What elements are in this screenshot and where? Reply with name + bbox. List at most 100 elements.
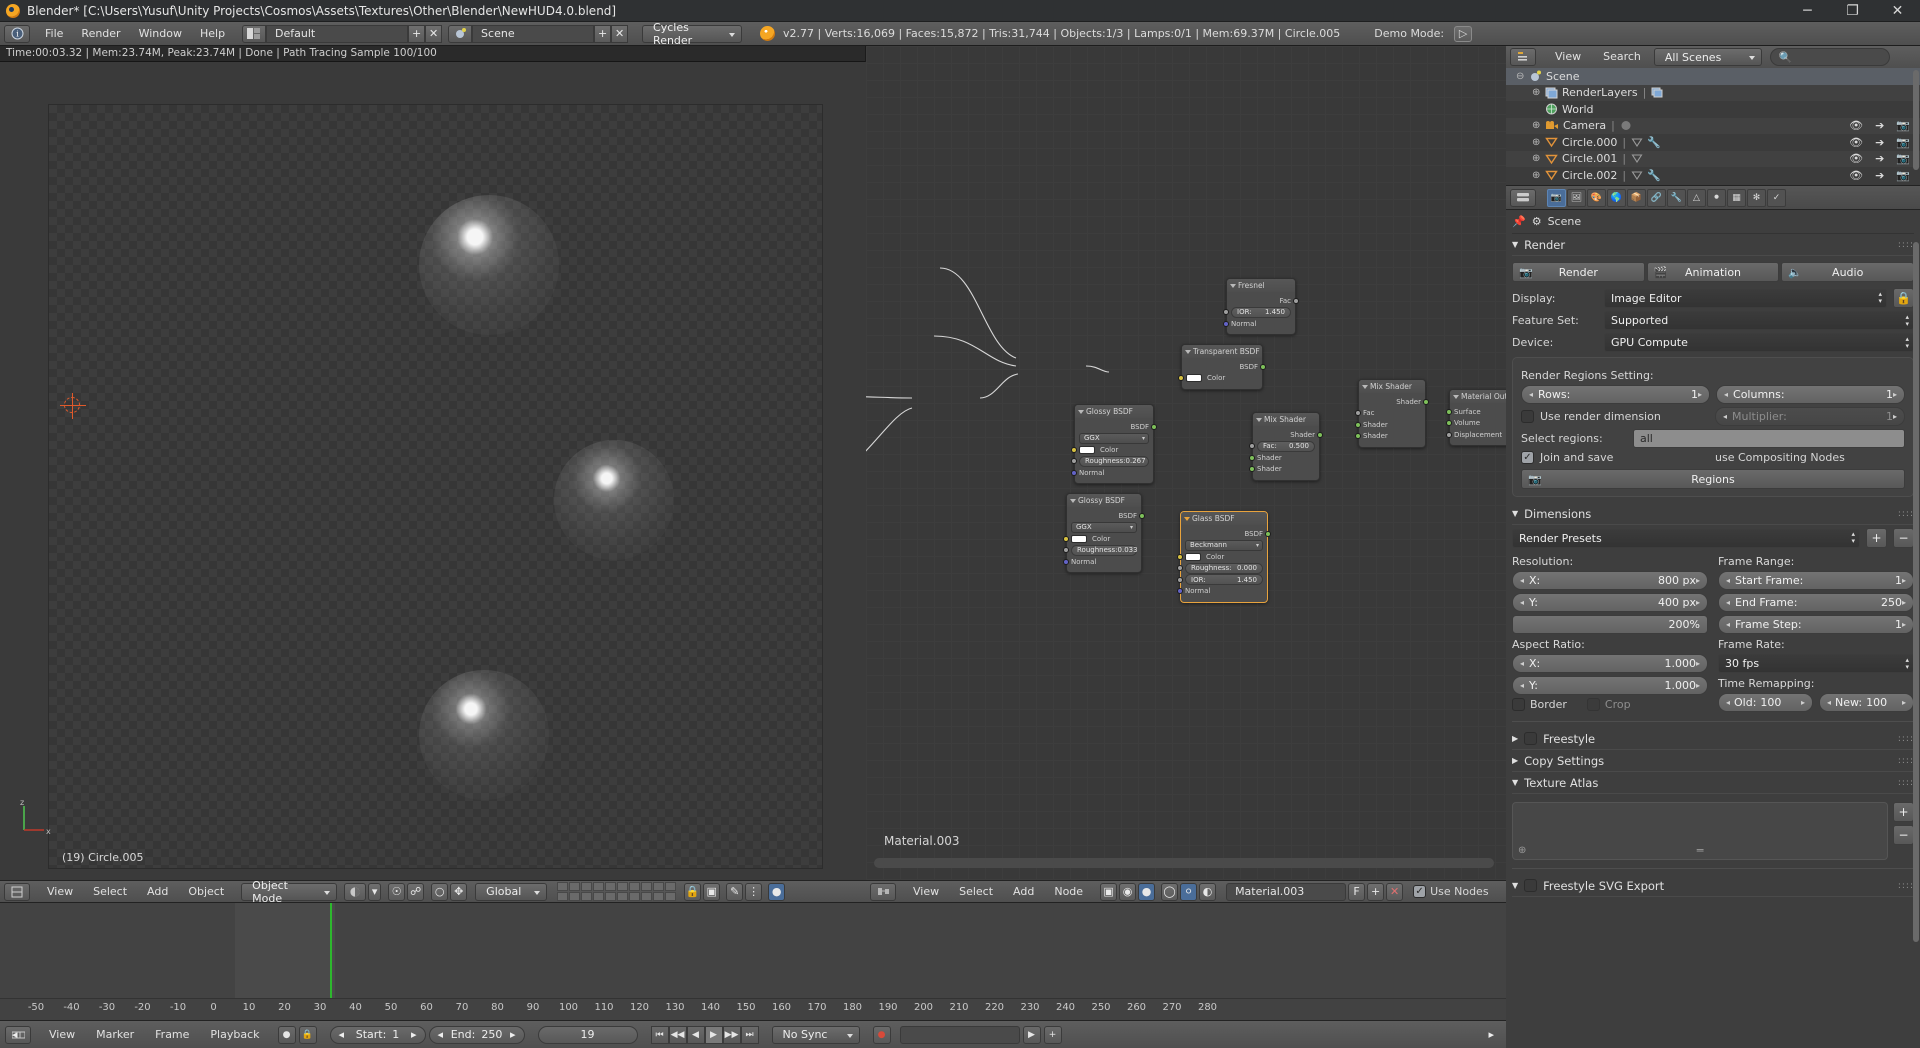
camera-data-icon[interactable]	[1620, 120, 1632, 131]
editor-type-outliner-icon[interactable]	[1510, 48, 1536, 66]
resolution-x-field[interactable]: ◂ X: 800 px ▸	[1512, 571, 1708, 590]
jump-to-start-button[interactable]: ⏮	[650, 1025, 669, 1044]
node-color-row[interactable]: Color	[1063, 534, 1137, 544]
node-dropdown-row[interactable]: GGX	[1079, 432, 1149, 444]
time-remap-old-field[interactable]: ◂ Old: 100 ▸	[1718, 693, 1813, 712]
view3d-menu-object[interactable]: Object	[179, 883, 233, 901]
node-input-socket-row[interactable]: Shader	[1355, 420, 1421, 430]
eye-icon[interactable]: 👁	[1849, 169, 1863, 182]
view3d-menu-view[interactable]: View	[38, 883, 82, 901]
properties-tab-object[interactable]: 📦	[1627, 188, 1646, 207]
node-mix-shader-2[interactable]: Mix Shader Shader Fac Shader Shader	[1355, 379, 1429, 448]
node-value-field[interactable]: IOR: 1.450	[1231, 306, 1291, 318]
multiplier-field[interactable]: ◂ Multiplier: 1 ▸	[1715, 407, 1905, 426]
outliner-expander-icon[interactable]: ⊕	[1532, 153, 1545, 164]
node-color-swatch[interactable]	[1079, 445, 1095, 454]
socket-green-icon[interactable]	[1249, 466, 1255, 472]
node-header[interactable]: Glossy BSDF	[1075, 405, 1153, 418]
eye-icon[interactable]: 👁	[1849, 152, 1863, 165]
node-value-field[interactable]: Roughness: 0.033	[1071, 544, 1138, 556]
pin-icon[interactable]: 📌	[1512, 215, 1526, 228]
viewport-shading-icon[interactable]	[344, 882, 367, 901]
freestyle-checkbox[interactable]	[1524, 732, 1538, 745]
viewport-shading-dropdown-icon[interactable]: ▾	[368, 882, 382, 901]
atlas-add-button[interactable]: +	[1893, 802, 1914, 822]
mesh-data-icon[interactable]	[1631, 170, 1643, 181]
start-frame-prop-field[interactable]: ◂ Start Frame: 1 ▸	[1718, 571, 1914, 590]
node-editor-scrollbar[interactable]	[874, 858, 1494, 868]
camera-render-icon[interactable]: 📷	[1896, 152, 1910, 165]
scene-delete-button[interactable]: ✕	[611, 24, 629, 43]
node-value-row[interactable]: Roughness: 0.033	[1063, 544, 1138, 556]
node-input-socket-row[interactable]: Normal	[1071, 468, 1149, 478]
screen-layout-field[interactable]: Default	[266, 24, 409, 43]
mesh-data-icon[interactable]	[1631, 153, 1643, 164]
node-value-row[interactable]: Fac: 0.500	[1249, 440, 1315, 452]
node-dropdown-row[interactable]: Beckmann	[1185, 539, 1263, 551]
outliner-row-world[interactable]: World	[1506, 101, 1920, 118]
lock-camera-icon[interactable]: 🔒	[684, 882, 702, 901]
transform-orientation-dropdown[interactable]: Global	[475, 882, 548, 901]
timeline-playhead[interactable]	[330, 903, 332, 998]
socket-blue-icon[interactable]	[1177, 588, 1183, 594]
socket-green-icon[interactable]	[1151, 423, 1157, 430]
properties-tab-material[interactable]: ⚫	[1707, 188, 1726, 207]
freestyle-svg-checkbox[interactable]	[1524, 879, 1538, 892]
node-color-row[interactable]: Color	[1178, 373, 1258, 383]
slot-object-icon[interactable]: ◯	[1161, 882, 1179, 901]
menu-help[interactable]: Help	[191, 25, 234, 43]
pivot-point-icon[interactable]: ☉	[388, 882, 406, 901]
node-input-socket-row[interactable]: Volume	[1446, 418, 1506, 428]
panel-render-title[interactable]: ▼ Render ::::	[1512, 234, 1914, 256]
renderlayer-icon[interactable]	[1651, 87, 1663, 98]
node-value-row[interactable]: IOR: 1.450	[1177, 574, 1263, 585]
outliner-expander-icon[interactable]: ⊕	[1532, 87, 1545, 98]
node-input-socket-row[interactable]: Shader	[1355, 431, 1421, 441]
shader-type-lamp-icon[interactable]: ●	[1138, 882, 1156, 901]
minimize-button[interactable]: ─	[1785, 0, 1830, 22]
node-header[interactable]: Material Output	[1450, 390, 1506, 403]
outliner-row-circle-000[interactable]: ⊕ Circle.000 | 🔧 👁 ➔ 📷	[1506, 134, 1920, 151]
render-preview-icon[interactable]: ▣	[703, 882, 721, 901]
render-audio-button[interactable]: 🔈 Audio	[1781, 262, 1915, 282]
node-input-socket-row[interactable]: Shader	[1249, 453, 1315, 463]
node-header[interactable]: Glass BSDF	[1181, 512, 1267, 525]
mesh-data-icon[interactable]	[1631, 137, 1643, 148]
scene-add-button[interactable]: +	[594, 24, 612, 43]
matcap-icon[interactable]: ●	[768, 882, 786, 901]
socket-green-icon[interactable]	[1423, 398, 1429, 405]
node-color-swatch[interactable]	[1071, 534, 1087, 543]
aspect-y-field[interactable]: ◂ Y: 1.000 ▸	[1512, 676, 1708, 695]
cursor-icon[interactable]: ➔	[1875, 152, 1884, 165]
render-animation-button[interactable]: 🎬 Animation	[1646, 262, 1780, 282]
remove-preset-button[interactable]: −	[1893, 528, 1914, 548]
scene-name-field[interactable]: Scene	[472, 24, 595, 43]
fake-user-button[interactable]: F	[1348, 882, 1366, 901]
node-header[interactable]: Mix Shader	[1359, 380, 1425, 393]
camera-render-icon[interactable]: 📷	[1896, 136, 1910, 149]
node-output-socket-row[interactable]: Shader	[1257, 430, 1323, 440]
jump-to-end-button[interactable]: ⏭	[740, 1025, 759, 1044]
outliner-expander-icon[interactable]: ⊕	[1532, 170, 1545, 181]
socket-green-icon[interactable]	[1139, 512, 1145, 519]
node-output-socket-row[interactable]: Fac	[1231, 296, 1299, 306]
panel-copy-settings-title[interactable]: ▶ Copy Settings ::::	[1512, 750, 1914, 772]
timeline-lock-icon[interactable]: 🔒	[298, 1025, 317, 1044]
sync-mode-dropdown[interactable]: No Sync	[771, 1025, 860, 1044]
node-value-field[interactable]: Roughness: 0.000	[1185, 562, 1263, 574]
close-button[interactable]: ✕	[1875, 0, 1920, 22]
use-render-dimension-checkbox[interactable]	[1521, 410, 1534, 423]
outliner-display-mode-dropdown[interactable]: All Scenes	[1653, 48, 1762, 66]
menu-file[interactable]: File	[36, 25, 72, 43]
node-menu-view[interactable]: View	[904, 883, 948, 901]
node-output-socket-row[interactable]: Shader	[1363, 397, 1429, 407]
node-output-socket-row[interactable]: BSDF	[1186, 362, 1266, 372]
image-editor-canvas[interactable]: z x (19) Circle.005	[0, 62, 866, 880]
socket-green-icon[interactable]	[1265, 530, 1271, 537]
timeline-menu-marker[interactable]: Marker	[87, 1026, 143, 1044]
auto-keyframe-button[interactable]: ●	[872, 1025, 891, 1044]
slot-extra-icon[interactable]: ◐	[1199, 882, 1217, 901]
outliner-row-renderlayers[interactable]: ⊕ RenderLayers |	[1506, 84, 1920, 101]
socket-grey-icon[interactable]	[1177, 565, 1183, 571]
socket-green-icon[interactable]	[1260, 363, 1266, 370]
